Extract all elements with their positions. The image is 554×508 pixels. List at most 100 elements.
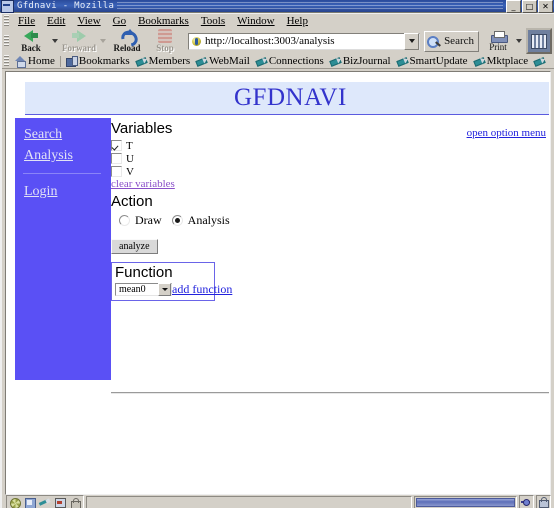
address-bar[interactable]: http://localhost:3003/analysis xyxy=(188,33,420,50)
bookmark-bookmarks-label: Bookmarks xyxy=(79,55,130,67)
sidebar-item-search[interactable]: Search xyxy=(24,127,62,143)
status-connection-icon[interactable] xyxy=(519,495,534,508)
bookmarks-separator xyxy=(60,56,61,67)
maximize-icon: □ xyxy=(523,1,536,12)
status-composer-icon[interactable] xyxy=(39,497,51,508)
select-chevron-down-icon[interactable] xyxy=(158,283,171,296)
print-options-chevron-down-icon[interactable] xyxy=(516,39,522,43)
radio-draw[interactable] xyxy=(119,215,130,226)
page-favicon-icon xyxy=(191,36,202,47)
bookmark-mktplace[interactable]: Mktplace xyxy=(471,55,532,67)
stop-button[interactable]: Stop xyxy=(146,29,184,54)
window-title: Gfdnavi - Mozilla xyxy=(17,1,114,11)
forward-button[interactable]: Forward xyxy=(60,29,98,54)
reload-button[interactable]: Reload xyxy=(108,29,146,54)
menu-window-label: Window xyxy=(237,15,274,27)
variables-list: T U V xyxy=(111,140,549,177)
status-gear-icon[interactable] xyxy=(9,497,21,508)
status-right-icons xyxy=(519,495,551,508)
variable-checkbox-t[interactable]: T xyxy=(111,140,549,151)
menu-go[interactable]: Go xyxy=(107,15,132,27)
sidebar-item-analysis[interactable]: Analysis xyxy=(24,148,73,164)
browser-chrome: File Edit View Go Bookmarks Tools Window… xyxy=(0,13,554,508)
bookmark-members-label: Members xyxy=(149,55,191,67)
search-icon xyxy=(427,35,442,48)
forward-history-chevron-down-icon[interactable] xyxy=(100,39,106,43)
menu-tools[interactable]: Tools xyxy=(195,15,231,27)
bookmark-bookmarks[interactable]: Bookmarks xyxy=(63,55,133,67)
function-panel: Function mean0 add function xyxy=(111,262,215,301)
menu-tools-label: Tools xyxy=(201,15,225,27)
menu-window[interactable]: Window xyxy=(231,15,280,27)
sidebar-item-login[interactable]: Login xyxy=(24,184,57,200)
function-select[interactable]: mean0 xyxy=(115,283,172,296)
bookmark-overflow[interactable] xyxy=(531,56,550,66)
bookmark-smartupdate-label: SmartUpdate xyxy=(410,55,468,67)
status-image-icon[interactable] xyxy=(54,497,66,508)
radio-analysis[interactable] xyxy=(172,215,183,226)
checkbox-icon[interactable] xyxy=(111,140,122,151)
status-bar xyxy=(3,495,554,508)
close-icon: ✕ xyxy=(539,1,552,12)
menu-bar-grip[interactable] xyxy=(4,15,9,27)
action-label-draw: Draw xyxy=(135,213,162,228)
reload-icon xyxy=(119,29,135,43)
bookmark-members[interactable]: Members xyxy=(133,55,194,67)
forward-arrow-icon xyxy=(71,29,87,43)
menu-help[interactable]: Help xyxy=(281,15,314,27)
pen-icon xyxy=(397,56,408,66)
bookmark-webmail[interactable]: WebMail xyxy=(193,55,253,67)
menu-view[interactable]: View xyxy=(71,15,106,27)
checkbox-icon[interactable] xyxy=(111,166,122,177)
pen-icon xyxy=(330,56,341,66)
back-button[interactable]: Back xyxy=(12,29,50,54)
url-input[interactable]: http://localhost:3003/analysis xyxy=(205,35,404,47)
menu-file[interactable]: File xyxy=(12,15,41,27)
menu-bookmarks[interactable]: Bookmarks xyxy=(132,15,195,27)
address-dropdown-button[interactable] xyxy=(404,33,419,50)
search-button[interactable]: Search xyxy=(424,31,479,52)
function-row: mean0 add function xyxy=(115,282,211,297)
browser-logo-button[interactable] xyxy=(526,28,552,54)
menu-view-label: View xyxy=(77,15,100,27)
variable-checkbox-v[interactable]: V xyxy=(111,166,549,177)
stop-icon xyxy=(158,29,172,43)
bookmark-mktplace-label: Mktplace xyxy=(487,55,529,67)
close-button[interactable]: ✕ xyxy=(538,0,553,13)
menu-file-label: File xyxy=(18,15,35,27)
status-popup-icon[interactable] xyxy=(24,497,36,508)
bookmark-home[interactable]: Home xyxy=(12,55,58,67)
analyze-button[interactable]: analyze xyxy=(111,239,158,254)
status-security-icon[interactable] xyxy=(536,495,551,508)
checkbox-icon[interactable] xyxy=(111,153,122,164)
add-function-link[interactable]: add function xyxy=(172,282,232,297)
bookmark-bizjournal[interactable]: BizJournal xyxy=(327,55,394,67)
pen-icon xyxy=(474,56,485,66)
menu-bar: File Edit View Go Bookmarks Tools Window… xyxy=(2,14,554,28)
clear-variables-link[interactable]: clear variables xyxy=(111,178,549,190)
function-heading: Function xyxy=(115,265,211,281)
variable-checkbox-u[interactable]: U xyxy=(111,153,549,164)
minimize-button[interactable]: _ xyxy=(506,0,521,13)
print-button[interactable]: Print xyxy=(482,29,514,54)
bookmarks-toolbar-grip[interactable] xyxy=(4,55,9,67)
nav-toolbar-grip[interactable] xyxy=(4,35,9,47)
menu-go-label: Go xyxy=(113,15,126,27)
content-divider xyxy=(111,392,549,394)
bookmark-connections[interactable]: Connections xyxy=(253,55,327,67)
back-button-label: Back xyxy=(21,44,41,53)
menu-edit[interactable]: Edit xyxy=(41,15,71,27)
site-banner: GFDNAVI xyxy=(25,82,549,115)
back-history-chevron-down-icon[interactable] xyxy=(52,39,58,43)
variable-label-v: V xyxy=(126,166,134,178)
bookmark-connections-label: Connections xyxy=(269,55,324,67)
browser-window: Gfdnavi - Mozilla _ □ ✕ File Edit View G… xyxy=(0,0,554,508)
bookmark-bizjournal-label: BizJournal xyxy=(343,55,391,67)
variable-label-u: U xyxy=(126,153,134,165)
status-lock-icon[interactable] xyxy=(69,497,81,508)
maximize-button[interactable]: □ xyxy=(522,0,537,13)
action-label-analysis: Analysis xyxy=(188,213,230,228)
bookmark-folder-icon xyxy=(66,56,77,66)
titlebar-stripes xyxy=(117,2,503,11)
bookmark-smartupdate[interactable]: SmartUpdate xyxy=(394,55,471,67)
